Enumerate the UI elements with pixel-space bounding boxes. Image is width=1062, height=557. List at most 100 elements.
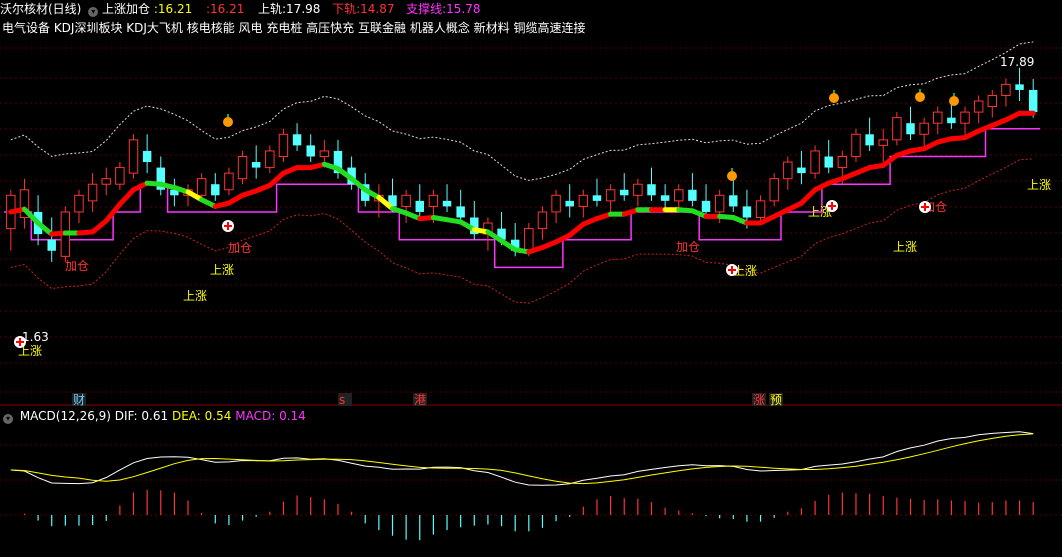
dif-value: 0.61 [141, 409, 169, 423]
add-label: 加仓 [65, 259, 89, 273]
plus-icon [227, 222, 229, 230]
upper-label: 上轨: [258, 2, 287, 16]
event-zhang: 涨 [753, 392, 765, 407]
macd-chart [10, 431, 1034, 541]
candle-body [810, 150, 820, 174]
candle-body [115, 167, 125, 185]
orange-icon [833, 90, 835, 93]
indicator-name[interactable]: 上涨加仓 [102, 2, 150, 16]
up-label: 上涨 [210, 262, 234, 277]
candle-body [865, 134, 874, 146]
trend-segment [90, 218, 109, 235]
chart-grid [0, 47, 1062, 516]
candle-body [524, 228, 534, 252]
dea-label: DEA: [171, 409, 201, 423]
dropdown-icon[interactable]: ▾ [3, 414, 13, 424]
candle-body [987, 94, 998, 108]
candle-body [87, 183, 98, 202]
candle-body [742, 206, 752, 218]
candle-body [306, 145, 315, 157]
candle-body [1015, 84, 1024, 90]
candle-body [714, 194, 725, 213]
candle-body [688, 189, 697, 201]
orange-icon [223, 117, 233, 127]
candle-body [674, 189, 684, 202]
candle-body [551, 194, 561, 213]
candle-body [769, 178, 779, 202]
candle-body [647, 184, 656, 196]
plus-icon [19, 338, 21, 346]
candle-body [74, 194, 84, 213]
candle-body [933, 111, 943, 124]
up-label: 上涨 [893, 239, 917, 254]
dif-line [10, 431, 1034, 486]
candle-body [265, 150, 275, 169]
candle-body [1028, 89, 1038, 113]
candle-body [537, 211, 548, 230]
candle-body [456, 206, 465, 218]
candle-body [633, 183, 643, 196]
stock-name[interactable]: 沃尔核材(日线) [0, 2, 81, 16]
candle-body [783, 161, 793, 180]
candle-body [237, 155, 248, 180]
candle-body [755, 200, 766, 218]
dif-label: DIF: [114, 409, 138, 423]
candle-body [797, 167, 806, 174]
support-value: 15.78 [446, 2, 481, 16]
candle-body [906, 123, 915, 135]
dea-line [10, 433, 1034, 485]
candle-body [824, 156, 833, 168]
up-label: 上涨 [1027, 177, 1051, 192]
orange-icon [227, 114, 229, 117]
candle-body [960, 111, 970, 124]
upper-value: 17.98 [286, 2, 321, 16]
kline-chart[interactable]: 17.891.63上涨上涨上涨 上涨上涨上涨上涨加仓加仓 加仓加仓财 s 港涨预 [0, 0, 1062, 557]
candle-body [851, 133, 861, 157]
candle-body [919, 122, 929, 135]
candle-body [660, 195, 670, 201]
orange-icon [829, 93, 839, 103]
candle-body [837, 155, 848, 169]
event-gang: 港 [414, 393, 426, 407]
support-label: 支撑线: [406, 2, 447, 16]
low-price-label: 1.63 [22, 330, 49, 344]
indicator-value-b: :16.21 [205, 2, 245, 16]
orange-icon [949, 96, 959, 106]
support-line [4, 128, 1040, 269]
lower-label: 下轨: [332, 2, 361, 16]
candle-body [592, 195, 602, 201]
macd-label: MACD: [235, 409, 276, 423]
candle-body [224, 172, 234, 191]
candle-body [620, 189, 629, 196]
orange-icon [731, 168, 733, 171]
upper-band-line [10, 41, 1034, 181]
candle-body [701, 200, 711, 212]
candle-body [196, 178, 207, 196]
candle-body [401, 194, 411, 207]
candle-body [878, 139, 888, 146]
lower-value: 14.87 [360, 2, 395, 16]
dropdown-icon[interactable]: ▾ [88, 7, 99, 17]
candle-body [278, 133, 289, 157]
candle-body [973, 100, 984, 113]
indicator-value-a: :16.21 [153, 2, 193, 16]
candle-body [101, 178, 111, 185]
macd-value: 0.14 [279, 409, 306, 423]
event-yu: 预 [770, 393, 782, 407]
candle-body [892, 117, 902, 141]
candle-body [211, 184, 220, 196]
plus-icon [924, 203, 926, 211]
candle-body [605, 189, 616, 202]
macd-title[interactable]: MACD(12,26,9) [20, 409, 111, 423]
candle-body [47, 239, 56, 251]
orange-icon [915, 92, 925, 102]
macd-header: ▾ MACD(12,26,9) DIF: 0.61 DEA: 0.54 MACD… [0, 408, 306, 424]
candle-body [415, 200, 424, 212]
event-s: s [339, 393, 345, 407]
chart-header: 沃尔核材(日线) ▾ 上涨加仓 :16.21 :16.21 上轨:17.98 下… [0, 0, 481, 18]
trend-segment [798, 187, 818, 206]
orange-icon [953, 93, 955, 96]
candle-body [428, 194, 439, 207]
trend-segment [567, 221, 586, 238]
concept-tags[interactable]: 电气设备 KDJ深圳板块 KDJ大飞机 核电核能 风电 充电桩 高压快充 互联金… [2, 19, 585, 37]
